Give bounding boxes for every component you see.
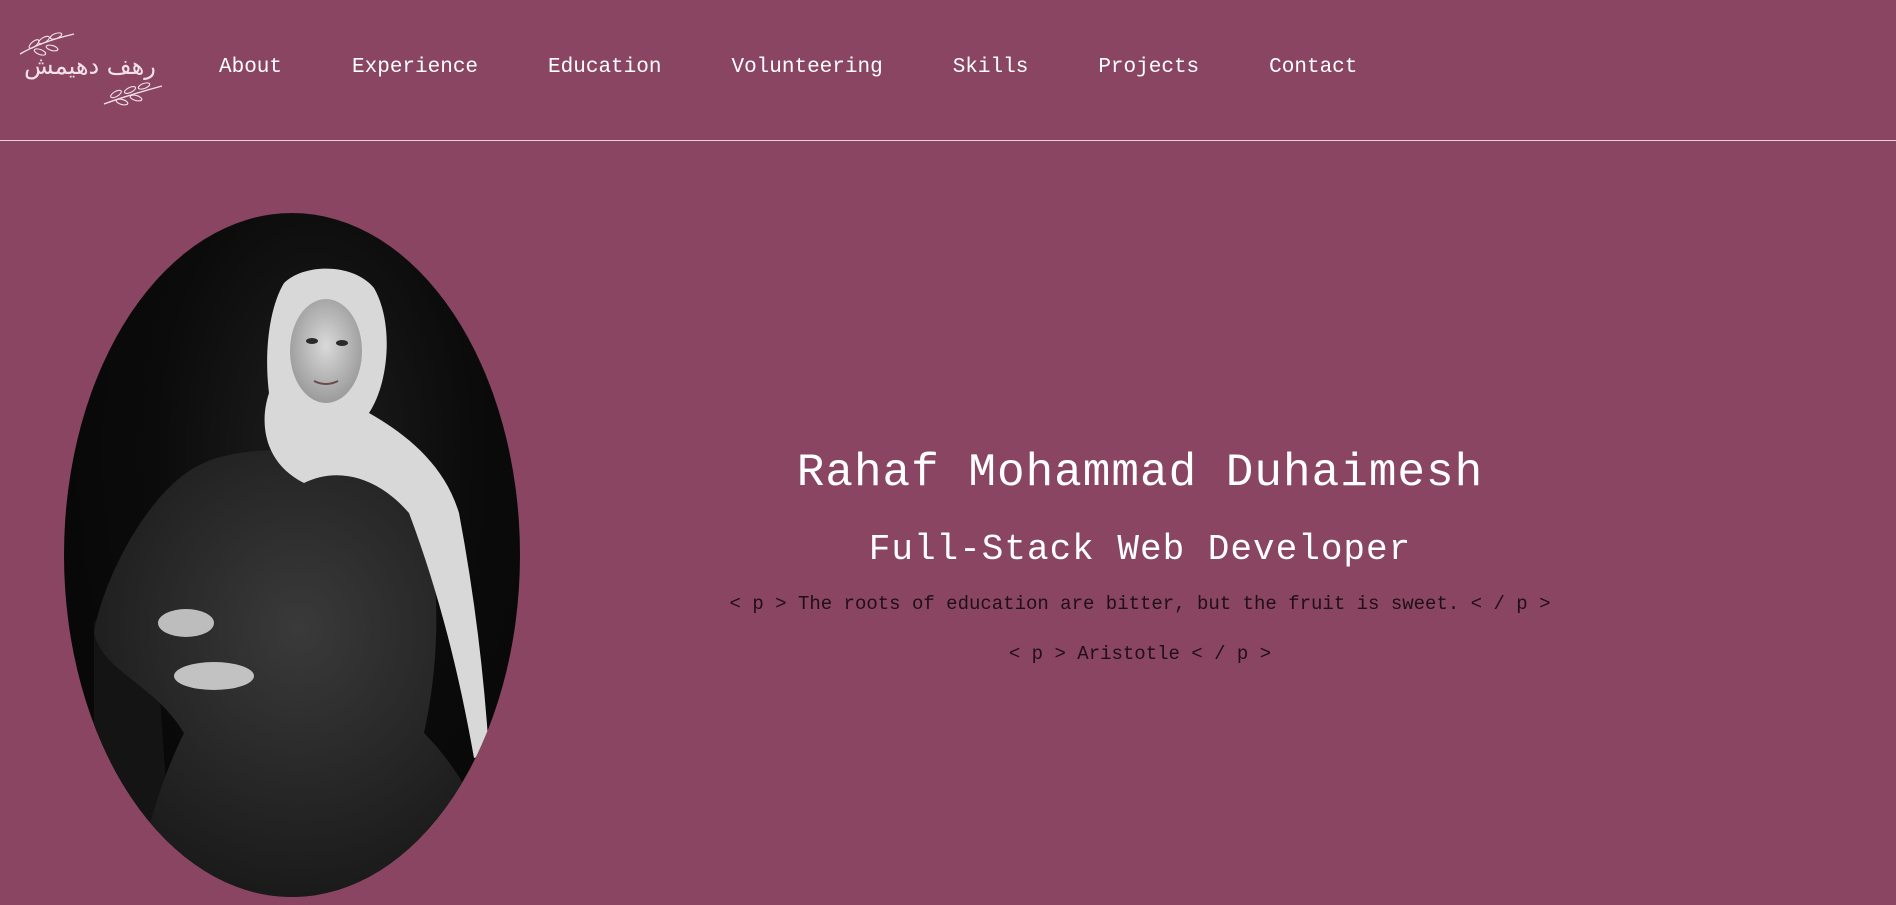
nav-link-education[interactable]: Education [548, 54, 661, 82]
olive-branch-icon: رهف دهيمش [19, 32, 163, 106]
hero-quote: < p > The roots of education are bitter,… [729, 593, 1551, 615]
nav-link-skills[interactable]: Skills [953, 54, 1029, 82]
nav-link-experience[interactable]: Experience [352, 54, 478, 82]
hero-name: Rahaf Mohammad Duhaimesh [796, 447, 1484, 499]
nav-links: About Experience Education Volunteering … [219, 54, 1357, 82]
nav-link-volunteering[interactable]: Volunteering [731, 54, 882, 82]
hero-section: Rahaf Mohammad Duhaimesh Full-Stack Web … [640, 430, 1640, 670]
profile-photo-image [94, 268, 504, 897]
navbar: رهف دهيمش About Experience Education Vol… [0, 0, 1896, 141]
profile-photo [64, 213, 520, 897]
logo[interactable]: رهف دهيمش [12, 26, 168, 110]
hero-title: Full-Stack Web Developer [868, 529, 1412, 570]
nav-link-projects[interactable]: Projects [1098, 54, 1199, 82]
nav-link-about[interactable]: About [219, 54, 282, 82]
hero-quote-author: < p > Aristotle < / p > [1008, 643, 1272, 665]
nav-link-contact[interactable]: Contact [1269, 54, 1357, 82]
svg-text:رهف دهيمش: رهف دهيمش [24, 52, 156, 80]
